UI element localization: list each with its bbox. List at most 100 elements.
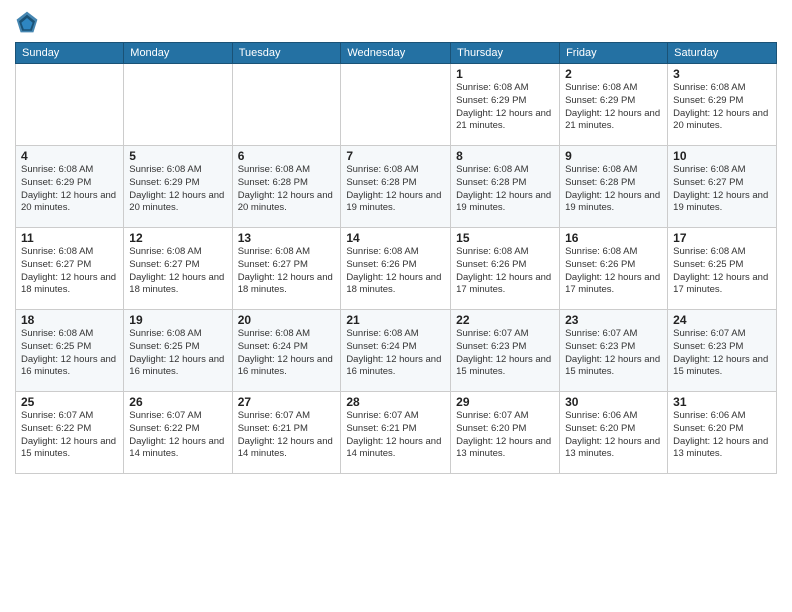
calendar-week-2: 11Sunrise: 6:08 AMSunset: 6:27 PMDayligh…: [16, 228, 777, 310]
calendar-cell: 8Sunrise: 6:08 AMSunset: 6:28 PMDaylight…: [451, 146, 560, 228]
calendar-cell: 13Sunrise: 6:08 AMSunset: 6:27 PMDayligh…: [232, 228, 341, 310]
calendar-cell: 12Sunrise: 6:08 AMSunset: 6:27 PMDayligh…: [124, 228, 232, 310]
day-info: Sunrise: 6:08 AMSunset: 6:28 PMDaylight:…: [346, 164, 445, 215]
calendar-cell: 29Sunrise: 6:07 AMSunset: 6:20 PMDayligh…: [451, 392, 560, 474]
day-number: 18: [21, 313, 118, 327]
calendar-week-4: 25Sunrise: 6:07 AMSunset: 6:22 PMDayligh…: [16, 392, 777, 474]
day-number: 9: [565, 149, 662, 163]
day-number: 4: [21, 149, 118, 163]
col-header-tuesday: Tuesday: [232, 43, 341, 64]
calendar-cell: 30Sunrise: 6:06 AMSunset: 6:20 PMDayligh…: [560, 392, 668, 474]
day-info: Sunrise: 6:07 AMSunset: 6:20 PMDaylight:…: [456, 410, 554, 461]
calendar-cell: 7Sunrise: 6:08 AMSunset: 6:28 PMDaylight…: [341, 146, 451, 228]
day-info: Sunrise: 6:08 AMSunset: 6:26 PMDaylight:…: [565, 246, 662, 297]
day-number: 2: [565, 67, 662, 81]
day-info: Sunrise: 6:06 AMSunset: 6:20 PMDaylight:…: [565, 410, 662, 461]
calendar-cell: 11Sunrise: 6:08 AMSunset: 6:27 PMDayligh…: [16, 228, 124, 310]
day-number: 12: [129, 231, 226, 245]
calendar-cell: [341, 64, 451, 146]
day-info: Sunrise: 6:08 AMSunset: 6:29 PMDaylight:…: [456, 82, 554, 133]
day-number: 16: [565, 231, 662, 245]
day-number: 29: [456, 395, 554, 409]
day-info: Sunrise: 6:08 AMSunset: 6:29 PMDaylight:…: [129, 164, 226, 215]
calendar-cell: 2Sunrise: 6:08 AMSunset: 6:29 PMDaylight…: [560, 64, 668, 146]
day-number: 27: [238, 395, 336, 409]
calendar-cell: 14Sunrise: 6:08 AMSunset: 6:26 PMDayligh…: [341, 228, 451, 310]
page: SundayMondayTuesdayWednesdayThursdayFrid…: [0, 0, 792, 612]
day-info: Sunrise: 6:07 AMSunset: 6:21 PMDaylight:…: [238, 410, 336, 461]
calendar-week-1: 4Sunrise: 6:08 AMSunset: 6:29 PMDaylight…: [16, 146, 777, 228]
day-info: Sunrise: 6:07 AMSunset: 6:22 PMDaylight:…: [129, 410, 226, 461]
day-info: Sunrise: 6:08 AMSunset: 6:27 PMDaylight:…: [129, 246, 226, 297]
day-info: Sunrise: 6:08 AMSunset: 6:24 PMDaylight:…: [238, 328, 336, 379]
day-info: Sunrise: 6:07 AMSunset: 6:23 PMDaylight:…: [456, 328, 554, 379]
day-number: 30: [565, 395, 662, 409]
calendar-cell: 20Sunrise: 6:08 AMSunset: 6:24 PMDayligh…: [232, 310, 341, 392]
calendar-cell: 5Sunrise: 6:08 AMSunset: 6:29 PMDaylight…: [124, 146, 232, 228]
day-info: Sunrise: 6:06 AMSunset: 6:20 PMDaylight:…: [673, 410, 771, 461]
calendar-cell: 28Sunrise: 6:07 AMSunset: 6:21 PMDayligh…: [341, 392, 451, 474]
day-number: 23: [565, 313, 662, 327]
day-info: Sunrise: 6:08 AMSunset: 6:25 PMDaylight:…: [673, 246, 771, 297]
calendar-cell: 25Sunrise: 6:07 AMSunset: 6:22 PMDayligh…: [16, 392, 124, 474]
day-info: Sunrise: 6:08 AMSunset: 6:27 PMDaylight:…: [21, 246, 118, 297]
day-number: 21: [346, 313, 445, 327]
day-info: Sunrise: 6:08 AMSunset: 6:26 PMDaylight:…: [346, 246, 445, 297]
col-header-monday: Monday: [124, 43, 232, 64]
day-info: Sunrise: 6:08 AMSunset: 6:29 PMDaylight:…: [565, 82, 662, 133]
day-number: 31: [673, 395, 771, 409]
day-info: Sunrise: 6:08 AMSunset: 6:27 PMDaylight:…: [238, 246, 336, 297]
calendar-cell: 23Sunrise: 6:07 AMSunset: 6:23 PMDayligh…: [560, 310, 668, 392]
calendar-cell: 9Sunrise: 6:08 AMSunset: 6:28 PMDaylight…: [560, 146, 668, 228]
calendar-cell: 16Sunrise: 6:08 AMSunset: 6:26 PMDayligh…: [560, 228, 668, 310]
calendar-cell: 1Sunrise: 6:08 AMSunset: 6:29 PMDaylight…: [451, 64, 560, 146]
day-number: 17: [673, 231, 771, 245]
day-info: Sunrise: 6:08 AMSunset: 6:28 PMDaylight:…: [565, 164, 662, 215]
day-number: 5: [129, 149, 226, 163]
header: [15, 10, 777, 34]
day-number: 26: [129, 395, 226, 409]
day-info: Sunrise: 6:07 AMSunset: 6:21 PMDaylight:…: [346, 410, 445, 461]
day-number: 28: [346, 395, 445, 409]
day-number: 15: [456, 231, 554, 245]
day-info: Sunrise: 6:08 AMSunset: 6:26 PMDaylight:…: [456, 246, 554, 297]
calendar-cell: [232, 64, 341, 146]
day-info: Sunrise: 6:08 AMSunset: 6:24 PMDaylight:…: [346, 328, 445, 379]
col-header-sunday: Sunday: [16, 43, 124, 64]
day-info: Sunrise: 6:08 AMSunset: 6:28 PMDaylight:…: [238, 164, 336, 215]
calendar-cell: 26Sunrise: 6:07 AMSunset: 6:22 PMDayligh…: [124, 392, 232, 474]
calendar-week-3: 18Sunrise: 6:08 AMSunset: 6:25 PMDayligh…: [16, 310, 777, 392]
calendar-cell: [124, 64, 232, 146]
calendar-cell: 24Sunrise: 6:07 AMSunset: 6:23 PMDayligh…: [668, 310, 777, 392]
day-info: Sunrise: 6:08 AMSunset: 6:29 PMDaylight:…: [673, 82, 771, 133]
calendar-cell: [16, 64, 124, 146]
day-info: Sunrise: 6:07 AMSunset: 6:22 PMDaylight:…: [21, 410, 118, 461]
col-header-thursday: Thursday: [451, 43, 560, 64]
calendar-cell: 17Sunrise: 6:08 AMSunset: 6:25 PMDayligh…: [668, 228, 777, 310]
day-number: 24: [673, 313, 771, 327]
day-number: 8: [456, 149, 554, 163]
day-info: Sunrise: 6:08 AMSunset: 6:27 PMDaylight:…: [673, 164, 771, 215]
day-info: Sunrise: 6:08 AMSunset: 6:25 PMDaylight:…: [21, 328, 118, 379]
calendar-cell: 3Sunrise: 6:08 AMSunset: 6:29 PMDaylight…: [668, 64, 777, 146]
calendar-cell: 19Sunrise: 6:08 AMSunset: 6:25 PMDayligh…: [124, 310, 232, 392]
day-info: Sunrise: 6:08 AMSunset: 6:29 PMDaylight:…: [21, 164, 118, 215]
day-info: Sunrise: 6:07 AMSunset: 6:23 PMDaylight:…: [565, 328, 662, 379]
day-number: 1: [456, 67, 554, 81]
calendar-cell: 10Sunrise: 6:08 AMSunset: 6:27 PMDayligh…: [668, 146, 777, 228]
day-number: 3: [673, 67, 771, 81]
calendar-table: SundayMondayTuesdayWednesdayThursdayFrid…: [15, 42, 777, 474]
calendar-week-0: 1Sunrise: 6:08 AMSunset: 6:29 PMDaylight…: [16, 64, 777, 146]
col-header-wednesday: Wednesday: [341, 43, 451, 64]
day-number: 13: [238, 231, 336, 245]
day-number: 14: [346, 231, 445, 245]
day-number: 7: [346, 149, 445, 163]
day-number: 11: [21, 231, 118, 245]
day-info: Sunrise: 6:07 AMSunset: 6:23 PMDaylight:…: [673, 328, 771, 379]
calendar-cell: 18Sunrise: 6:08 AMSunset: 6:25 PMDayligh…: [16, 310, 124, 392]
day-number: 10: [673, 149, 771, 163]
day-number: 25: [21, 395, 118, 409]
calendar-cell: 4Sunrise: 6:08 AMSunset: 6:29 PMDaylight…: [16, 146, 124, 228]
calendar-cell: 15Sunrise: 6:08 AMSunset: 6:26 PMDayligh…: [451, 228, 560, 310]
calendar-cell: 27Sunrise: 6:07 AMSunset: 6:21 PMDayligh…: [232, 392, 341, 474]
